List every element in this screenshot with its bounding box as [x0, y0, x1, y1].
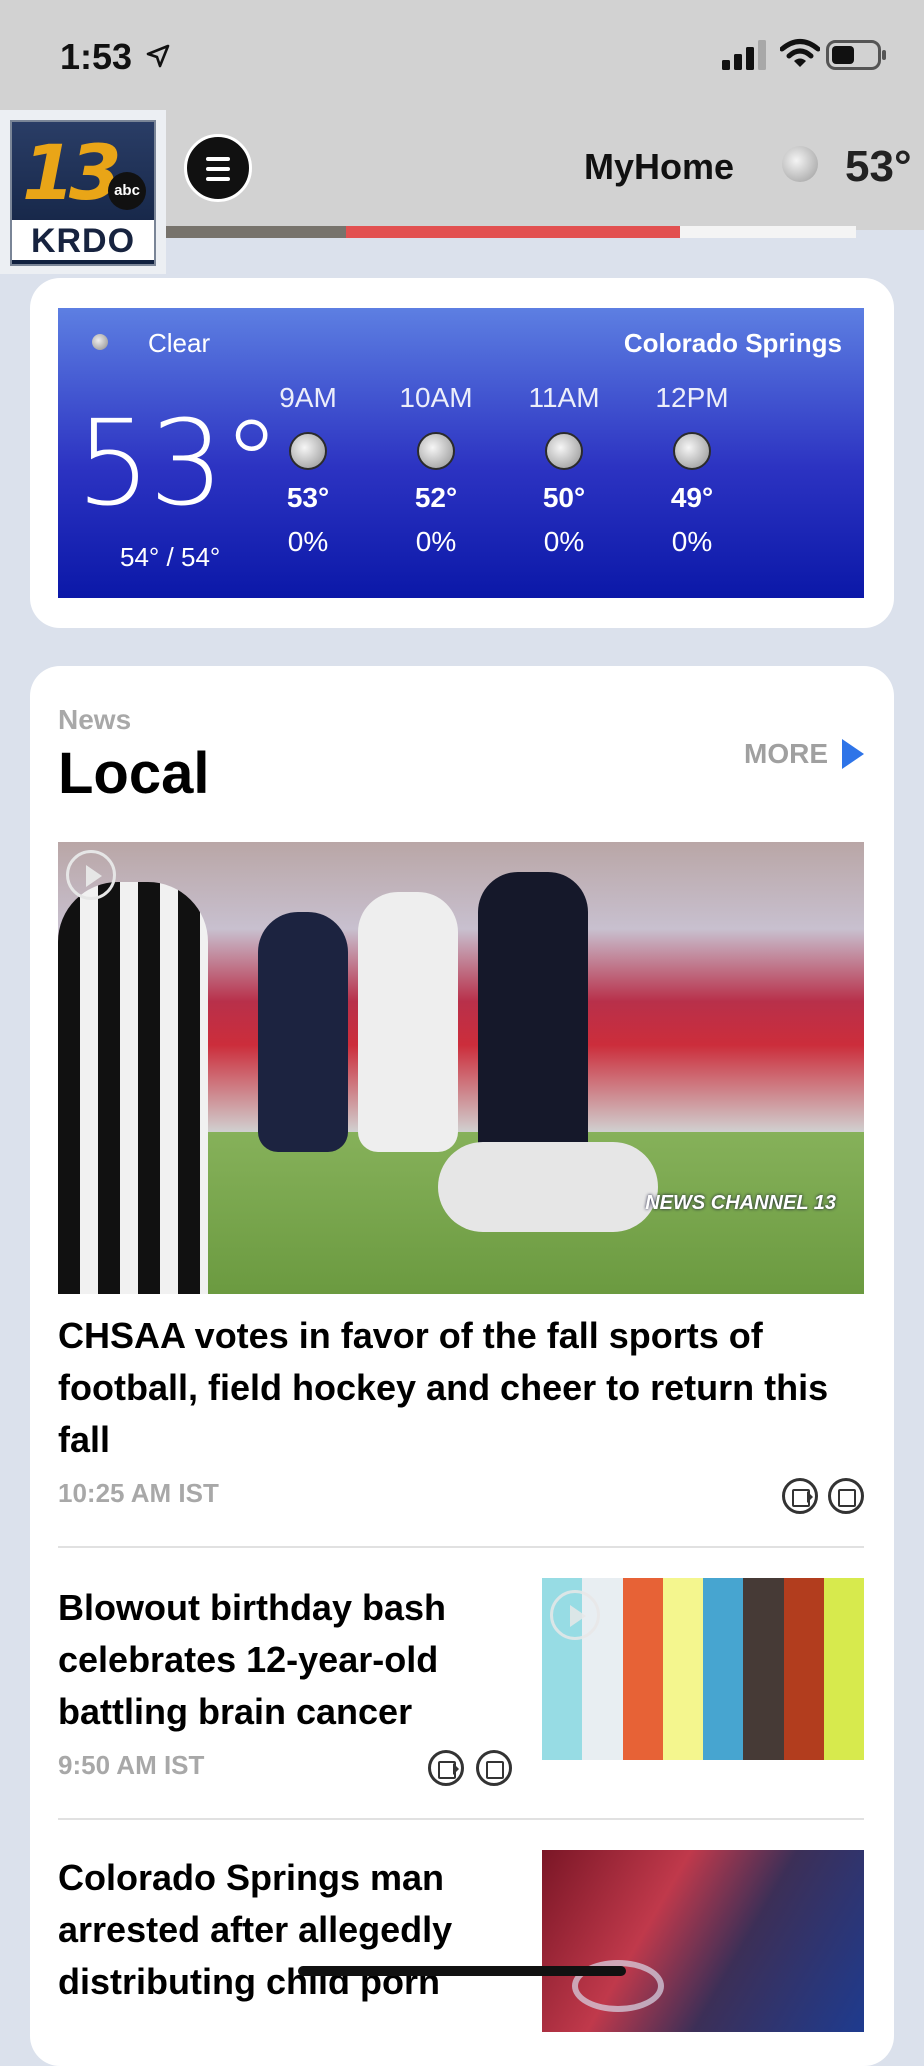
forecast-precip: 0%	[415, 526, 457, 557]
forecast-time: 9AM	[279, 382, 337, 413]
play-arrow-icon	[842, 738, 864, 769]
gallery-icon	[476, 1750, 512, 1786]
condition-moon-icon	[92, 334, 108, 350]
forecast-precip: 0%	[671, 526, 713, 557]
status-bar: 1:53	[0, 0, 924, 110]
forecast-time: 12PM	[655, 382, 729, 413]
story-thumbnail[interactable]	[542, 1578, 864, 1760]
logo-channel-number: 13	[22, 128, 122, 217]
weather-city: Colorado Springs	[623, 328, 842, 358]
hero-image[interactable]: NEWS CHANNEL 13	[58, 842, 864, 1294]
hero-timestamp: 10:25 AM IST	[58, 1478, 219, 1508]
section-title: Local	[58, 741, 210, 806]
forecast-temp: 53°	[286, 482, 330, 513]
forecast-precip: 0%	[543, 526, 585, 557]
myhome-link[interactable]: MyHome	[584, 146, 734, 188]
forecast-temp: 49°	[670, 482, 714, 513]
forecast-hour: 9AM 53° 0%	[248, 382, 368, 558]
menu-button[interactable]	[184, 134, 252, 202]
section-kicker: News	[58, 704, 132, 735]
news-card: News Local MORE NEWS CHANNEL 13 CHSAA vo…	[30, 666, 894, 2066]
status-time: 1:53	[60, 36, 133, 77]
more-button[interactable]: MORE	[744, 738, 864, 770]
more-label: MORE	[744, 738, 828, 769]
divider	[58, 1818, 864, 1820]
story-timestamp: 9:50 AM IST	[58, 1750, 205, 1780]
moon-icon	[782, 146, 818, 182]
moon-icon	[417, 432, 455, 470]
moon-icon	[673, 432, 711, 470]
cellular-signal-icon	[722, 40, 766, 70]
moon-icon	[289, 432, 327, 470]
forecast-temp: 52°	[414, 482, 458, 513]
forecast-hour: 10AM 52° 0%	[376, 382, 496, 558]
ticker-strip	[166, 226, 856, 238]
station-logo[interactable]: 13 abc KRDO	[0, 110, 166, 274]
forecast-time: 10AM	[399, 382, 473, 413]
video-play-icon[interactable]	[66, 850, 116, 900]
weather-condition: Clear	[148, 328, 211, 358]
location-arrow-icon	[146, 44, 170, 68]
gallery-icon	[828, 1478, 864, 1514]
logo-network: abc	[108, 172, 146, 210]
forecast-hour: 12PM 49° 0%	[632, 382, 752, 558]
high-low-temperature: 54° / 54°	[120, 542, 221, 572]
home-indicator	[298, 1966, 626, 1976]
forecast-time: 11AM	[528, 382, 600, 413]
forecast-hour: 11AM 50° 0%	[504, 382, 624, 558]
video-play-icon[interactable]	[550, 1590, 600, 1640]
video-icon	[782, 1478, 818, 1514]
weather-panel[interactable]: Clear Colorado Springs 53° 54° / 54° 9AM…	[58, 308, 864, 598]
header-temperature[interactable]: 53°	[845, 142, 912, 192]
moon-icon	[545, 432, 583, 470]
wifi-icon	[780, 39, 820, 67]
story-headline[interactable]: Colorado Springs man arrested after alle…	[58, 1852, 498, 2008]
krdo-logo-icon: 13 abc KRDO	[10, 120, 156, 266]
battery-icon	[826, 40, 886, 70]
divider	[58, 1546, 864, 1548]
hero-headline[interactable]: CHSAA votes in favor of the fall sports …	[58, 1310, 864, 1466]
video-icon	[428, 1750, 464, 1786]
logo-call-sign: KRDO	[12, 220, 154, 260]
story-headline[interactable]: Blowout birthday bash celebrates 12-year…	[58, 1582, 498, 1738]
weather-card[interactable]: Clear Colorado Springs 53° 54° / 54° 9AM…	[30, 278, 894, 628]
channel-watermark: NEWS CHANNEL 13	[645, 1192, 836, 1214]
forecast-precip: 0%	[287, 526, 329, 557]
forecast-temp: 50°	[542, 482, 586, 513]
story-thumbnail[interactable]	[542, 1850, 864, 2032]
